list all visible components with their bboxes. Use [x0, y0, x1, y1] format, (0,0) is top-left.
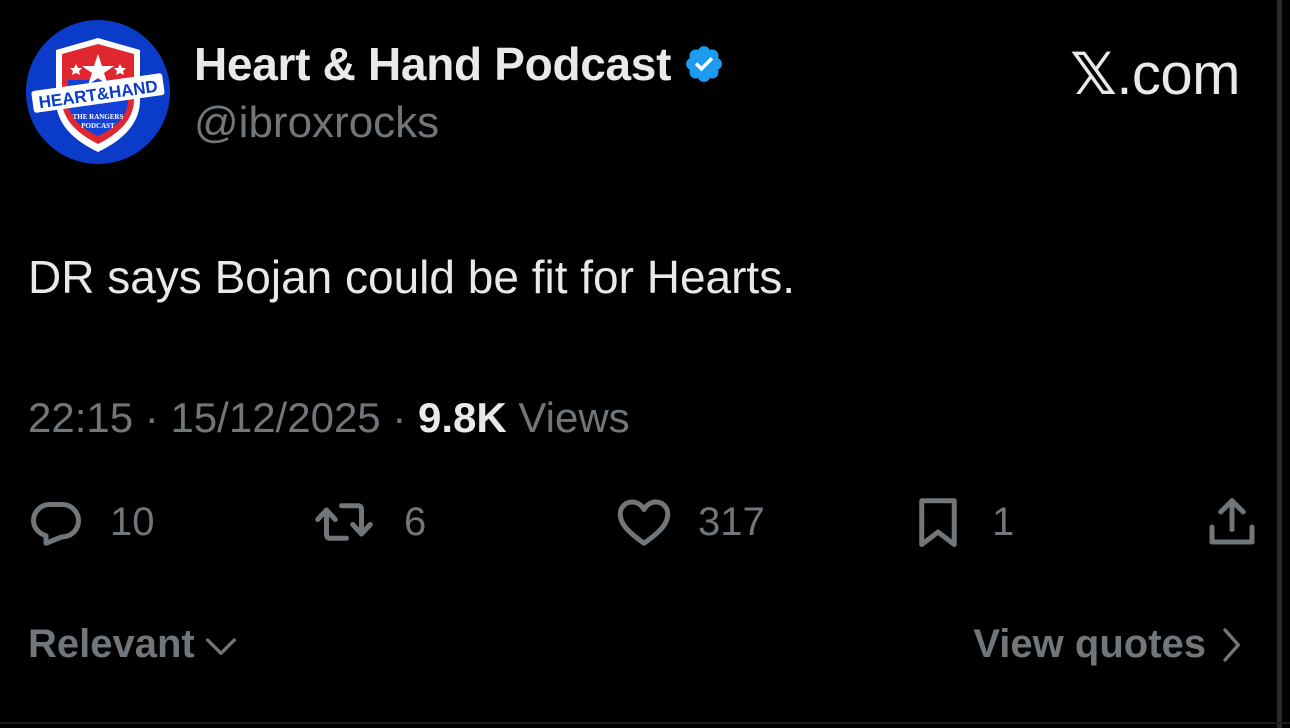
tweet-actions: 10 6 317 1: [0, 492, 1290, 552]
tweet-date[interactable]: 15/12/2025: [170, 394, 380, 441]
replies-sort-dropdown[interactable]: Relevant: [28, 622, 241, 667]
bookmark-icon: [919, 498, 957, 547]
view-quotes-link[interactable]: View quotes: [973, 622, 1250, 667]
heart-icon: [617, 499, 671, 546]
bookmark-button[interactable]: 1: [908, 492, 1014, 552]
bookmark-count: 1: [992, 499, 1015, 544]
tweet-text: DR says Bojan could be fit for Hearts.: [28, 251, 795, 303]
verified-badge-icon[interactable]: [683, 43, 725, 85]
chevron-down-icon: [205, 637, 236, 655]
author-display-name[interactable]: Heart & Hand Podcast: [194, 37, 671, 91]
meta-separator: ·: [144, 394, 159, 441]
tweet-time[interactable]: 22:15: [28, 394, 133, 441]
view-quotes-label: View quotes: [973, 622, 1206, 666]
author-handle[interactable]: @ibroxrocks: [194, 98, 439, 148]
speech-bubble-icon: [31, 502, 81, 546]
meta-separator: ·: [392, 394, 407, 441]
repost-arrows-icon: [315, 503, 373, 541]
x-logo-icon: 𝕏: [1070, 40, 1117, 108]
heart-and-hand-logo: HEART&HAND THE RANGERS PODCAST: [26, 20, 170, 164]
tweet-meta: 22:15 · 15/12/2025 · 9.8K Views: [28, 394, 630, 442]
brand-suffix: .com: [1116, 42, 1240, 107]
x-com-watermark: 𝕏.com: [1070, 40, 1240, 108]
avatar-subtext-1: THE RANGERS: [73, 113, 124, 121]
repost-count: 6: [404, 499, 427, 544]
views-count: 9.8K: [418, 394, 507, 441]
views-label: Views: [518, 394, 630, 441]
reply-button[interactable]: 10: [26, 492, 155, 552]
share-button[interactable]: [1202, 492, 1262, 552]
repost-button[interactable]: 6: [314, 492, 426, 552]
author-avatar[interactable]: HEART&HAND THE RANGERS PODCAST: [26, 20, 170, 164]
reply-count: 10: [110, 499, 155, 544]
sort-label: Relevant: [28, 622, 195, 666]
author-name-row[interactable]: Heart & Hand Podcast: [194, 38, 725, 90]
like-button[interactable]: 317: [614, 492, 765, 552]
share-upload-icon: [1209, 498, 1255, 545]
chevron-right-icon: [1223, 627, 1240, 662]
avatar-subtext-2: PODCAST: [81, 122, 115, 130]
bottom-divider: [0, 722, 1290, 724]
like-count: 317: [698, 499, 765, 544]
scroll-edge: [1277, 0, 1282, 728]
